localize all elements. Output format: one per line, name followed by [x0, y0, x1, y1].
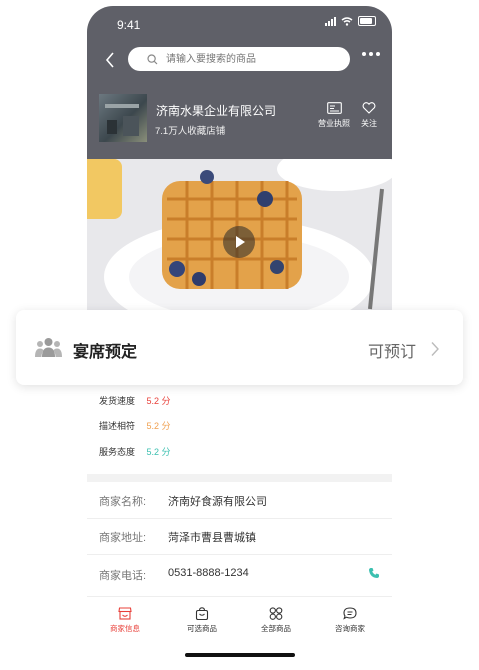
tab-label: 可选商品 [187, 624, 217, 633]
more-icon[interactable] [362, 52, 380, 56]
shop-info: 济南水果企业有限公司 7.1万人收藏店铺 营业执照 关注 [99, 94, 384, 142]
booking-title: 宴席预定 [73, 344, 138, 361]
merchant-address-label: 商家地址: [99, 532, 147, 544]
booking-status: 可预订 [368, 344, 417, 361]
search-icon [147, 53, 158, 64]
merchant-name-value: 济南好食源有限公司 [168, 496, 267, 508]
tab-shop-info[interactable]: 商家信息 [95, 607, 155, 634]
rating-label: 发货速度 [99, 396, 136, 406]
chevron-right-icon [431, 342, 439, 356]
header: 9:41 请输入要搜索的商品 济南水果企业有限公司 7.1万人收藏店铺 营业执照… [87, 6, 392, 159]
status-bar: 9:41 [87, 6, 392, 42]
chat-icon [343, 607, 357, 620]
tab-available-products[interactable]: 可选商品 [172, 607, 232, 634]
tab-label: 全部商品 [261, 624, 291, 633]
follow-button[interactable]: 关注 [357, 102, 381, 129]
license-label: 营业执照 [318, 119, 350, 128]
home-indicator [185, 653, 295, 657]
status-icons [325, 16, 376, 26]
back-icon[interactable] [101, 50, 121, 70]
merchant-name-label: 商家名称: [99, 496, 147, 508]
status-time: 9:41 [117, 18, 141, 32]
tab-consult-merchant[interactable]: 咨询商家 [320, 607, 380, 634]
shop-name: 济南水果企业有限公司 [156, 104, 277, 118]
merchant-address-row: 商家地址: 菏泽市曹县曹城镇 [99, 529, 379, 545]
search-box[interactable] [128, 47, 350, 71]
rating-value: 5.2 分 [146, 447, 171, 457]
phone-call-icon[interactable] [368, 567, 380, 579]
rating-row: 描述相符 5.2 分 [99, 419, 171, 432]
rating-value: 5.2 分 [146, 421, 171, 431]
license-icon [326, 102, 342, 114]
bottom-tab-bar: 商家信息 可选商品 全部商品 咨询商家 [87, 596, 392, 637]
divider [87, 518, 392, 519]
bag-icon [195, 607, 209, 620]
tab-all-products[interactable]: 全部商品 [246, 607, 306, 634]
play-button[interactable] [223, 226, 255, 258]
tab-label: 商家信息 [110, 624, 140, 633]
rating-row: 服务态度 5.2 分 [99, 445, 171, 458]
license-button[interactable]: 营业执照 [314, 102, 354, 129]
merchant-address-value: 菏泽市曹县曹城镇 [168, 532, 256, 544]
divider [87, 554, 392, 555]
search-input[interactable] [164, 52, 338, 66]
grid-icon [269, 607, 283, 620]
heart-icon [362, 102, 376, 114]
banquet-booking-card[interactable]: 宴席预定 可预订 [16, 310, 463, 385]
signal-icon [325, 16, 336, 26]
merchant-name-row: 商家名称: 济南好食源有限公司 [99, 493, 379, 509]
people-icon [35, 338, 62, 357]
tab-label: 咨询商家 [335, 624, 365, 633]
play-icon [236, 236, 245, 248]
battery-icon [358, 16, 376, 26]
shop-icon [118, 607, 132, 620]
shop-video-thumbnail[interactable] [87, 159, 392, 314]
rating-label: 服务态度 [99, 447, 136, 457]
wifi-icon [341, 16, 353, 26]
merchant-phone-value: 0531-8888-1234 [168, 567, 249, 579]
section-divider [87, 474, 392, 482]
merchant-phone-label: 商家电话: [99, 570, 147, 582]
shop-favorites: 7.1万人收藏店铺 [155, 126, 226, 137]
nav-bar [87, 46, 392, 74]
rating-row: 发货速度 5.2 分 [99, 394, 171, 407]
merchant-phone-row: 商家电话: 0531-8888-1234 [99, 567, 379, 583]
shop-logo [99, 94, 147, 142]
follow-label: 关注 [361, 119, 377, 128]
rating-value: 5.2 分 [146, 396, 171, 406]
rating-label: 描述相符 [99, 421, 136, 431]
